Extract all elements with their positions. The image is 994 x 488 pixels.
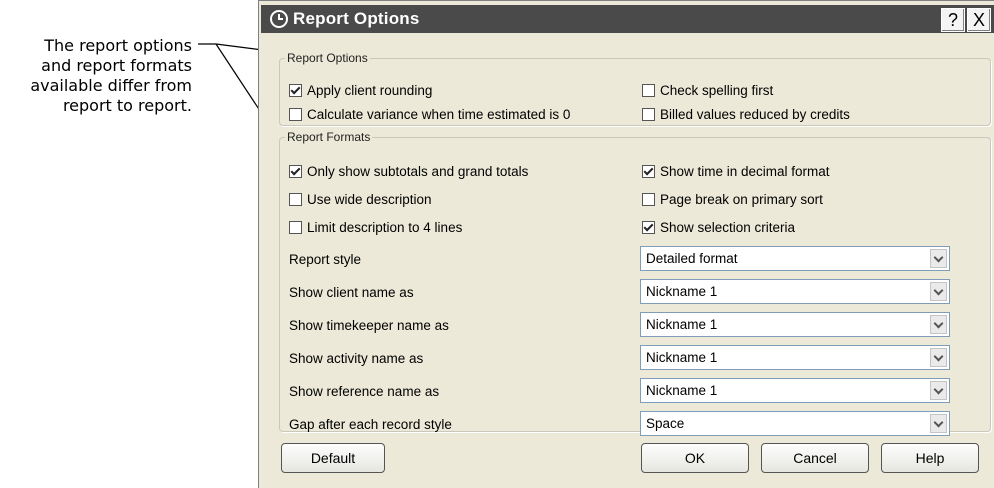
checkbox-box	[289, 108, 302, 121]
clock-icon	[270, 10, 288, 28]
chevron-down-icon[interactable]	[930, 315, 947, 334]
checkbox-box	[642, 108, 655, 121]
select-value: Nickname 1	[646, 383, 718, 398]
report-style-select[interactable]: Detailed format	[640, 246, 950, 271]
default-button[interactable]: Default	[281, 443, 385, 473]
help-button[interactable]: Help	[881, 443, 979, 473]
chevron-down-icon[interactable]	[930, 348, 947, 367]
checkbox-box	[289, 84, 302, 97]
report-formats-legend: Report Formats	[287, 130, 371, 144]
select-value: Detailed format	[646, 251, 738, 266]
chevron-down-icon[interactable]	[930, 282, 947, 301]
activity-name-label: Show activity name as	[289, 351, 424, 366]
select-value: Nickname 1	[646, 284, 718, 299]
dialog-title: Report Options	[293, 9, 420, 28]
cancel-button[interactable]: Cancel	[761, 443, 869, 473]
reference-name-label: Show reference name as	[289, 384, 440, 399]
ok-button[interactable]: OK	[641, 443, 749, 473]
help-title-button[interactable]: ?	[941, 8, 965, 32]
checkbox-box	[642, 84, 655, 97]
report-options-group: Report Options Apply client rounding Che…	[279, 51, 991, 126]
gap-record-style-select[interactable]: Space	[640, 411, 950, 436]
chevron-down-icon[interactable]	[930, 381, 947, 400]
checkbox-box	[642, 221, 655, 234]
client-name-select[interactable]: Nickname 1	[640, 279, 950, 304]
checkbox-box	[289, 165, 302, 178]
select-value: Nickname 1	[646, 350, 718, 365]
timekeeper-name-label: Show timekeeper name as	[289, 318, 449, 333]
report-formats-group: Report Formats Only show subtotals and g…	[279, 130, 991, 436]
close-button[interactable]: X	[967, 8, 991, 32]
title-bar[interactable]: Report Options ? X	[261, 5, 994, 33]
chevron-down-icon[interactable]	[930, 249, 947, 268]
checkbox-box	[642, 165, 655, 178]
report-options-dialog: Report Options ? X Report Options Apply …	[258, 0, 994, 488]
gap-record-style-label: Gap after each record style	[289, 417, 452, 432]
client-name-label: Show client name as	[289, 285, 414, 300]
select-value: Nickname 1	[646, 317, 718, 332]
activity-name-select[interactable]: Nickname 1	[640, 345, 950, 370]
chevron-down-icon[interactable]	[930, 414, 947, 433]
checkbox-box	[289, 221, 302, 234]
report-style-label: Report style	[289, 252, 362, 267]
select-value: Space	[646, 416, 685, 431]
timekeeper-name-select[interactable]: Nickname 1	[640, 312, 950, 337]
checkbox-box	[289, 193, 302, 206]
reference-name-select[interactable]: Nickname 1	[640, 378, 950, 403]
report-options-legend: Report Options	[287, 51, 368, 65]
checkbox-box	[642, 193, 655, 206]
